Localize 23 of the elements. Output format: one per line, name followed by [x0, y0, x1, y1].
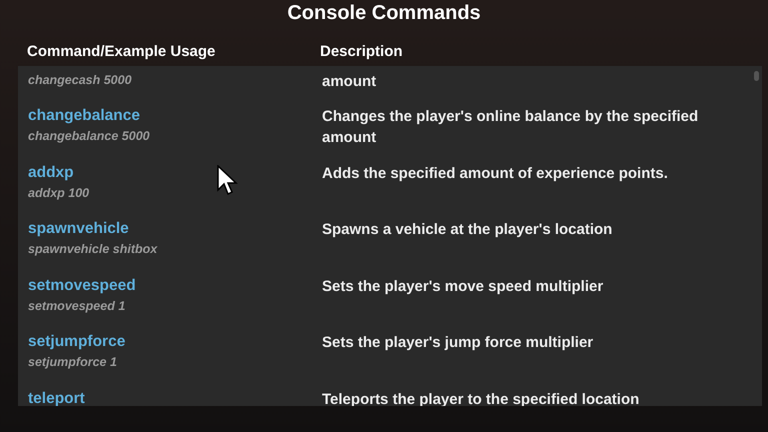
cursor-icon: [217, 165, 239, 196]
example-usage: spawnvehicle shitbox: [28, 241, 158, 258]
command-description: amount: [322, 72, 378, 92]
example-usage: changebalance 5000: [28, 128, 150, 145]
command-name: spawnvehicle: [28, 219, 129, 239]
command-description: Sets the player's jump force multiplier: [322, 333, 594, 353]
command-description: Adds the specified amount of experience points.: [322, 164, 669, 184]
command-description: Spawns a vehicle at the player's location: [322, 220, 614, 240]
command-name: addxp: [28, 162, 74, 182]
command-name: setjumpforce: [28, 332, 126, 352]
command-name: teleport: [28, 388, 85, 406]
command-description: Changes the player's online balance by the specified amount: [322, 107, 700, 148]
example-usage: changecash 5000: [28, 72, 132, 89]
example-usage: setmovespeed 1: [28, 298, 126, 314]
example-usage: addxp 100: [28, 184, 90, 202]
column-header: Description: [320, 42, 403, 62]
example-usage: setjumpforce 1: [28, 354, 117, 371]
command-description: Sets the player's move speed multiplier: [322, 276, 604, 296]
command-name: changebalance: [28, 106, 140, 126]
command-name: setmovespeed: [28, 276, 136, 296]
scrollbar-thumb[interactable]: [754, 71, 759, 81]
column-header: Command/Example Usage: [27, 42, 216, 62]
dialog-title: Console Commands: [287, 1, 481, 25]
